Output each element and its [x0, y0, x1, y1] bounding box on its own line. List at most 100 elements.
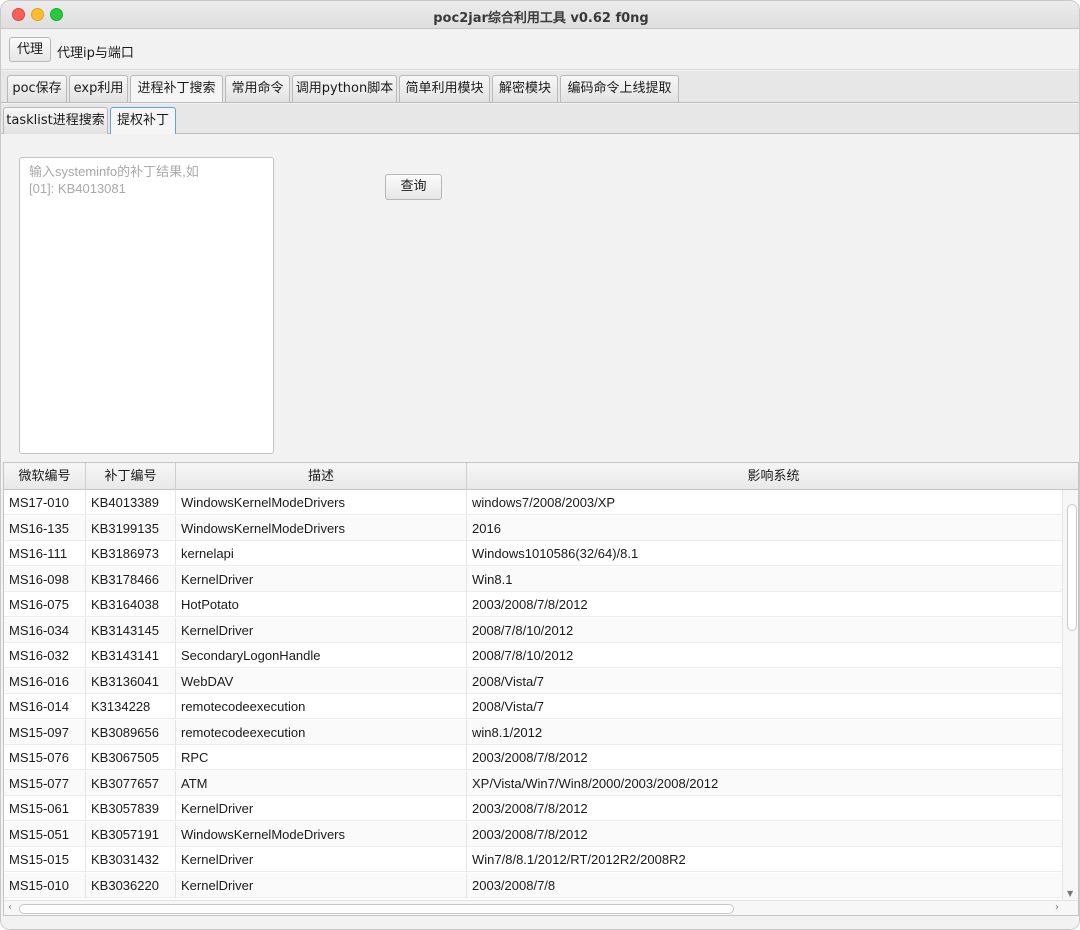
proxy-button[interactable]: 代理	[9, 37, 51, 62]
cell-affected-systems: 2003/2008/7/8/2012	[472, 597, 588, 612]
query-button[interactable]: 查询	[385, 174, 442, 200]
table-row[interactable]: MS15-061 KB3057839 KernelDriver 2003/2008/7…	[4, 796, 1062, 821]
cell-kb-id: KB3057839	[86, 796, 176, 821]
table-row[interactable]: MS16-016 KB3136041 WebDAV 2008/Vista/7	[4, 668, 1062, 694]
tab-poc-save[interactable]: poc保存	[7, 75, 67, 102]
table-row[interactable]: MS16-135 KB3199135 WindowsKernelModeDriver…	[4, 515, 1062, 541]
table-row[interactable]: MS17-010 KB4013389 WindowsKernelModeDriver…	[4, 490, 1062, 515]
cell-kb-id: KB3186973	[86, 541, 176, 566]
table-row[interactable]: MS16-014 K3134228 remotecodeexecution 2008/…	[4, 694, 1062, 719]
column-header-ms-id[interactable]: 微软编号	[4, 463, 86, 490]
table-row[interactable]: MS15-051 KB3057191 WindowsKernelModeDriver…	[4, 821, 1062, 847]
tab-simple-exploit-module[interactable]: 简单利用模块	[399, 75, 490, 102]
cell-affected-systems: 2008/Vista/7	[472, 699, 545, 714]
cell-ms-id: MS15-076	[4, 745, 86, 770]
table-row[interactable]: MS16-034 KB3143145 KernelDriver 2008/7/8/10…	[4, 617, 1062, 643]
cell-kb-id: KB3143145	[86, 617, 176, 643]
cell-kb-id: KB3077657	[86, 770, 176, 796]
cell-kb-id: KB3036220	[86, 872, 176, 898]
cell-ms-id: MS16-135	[4, 515, 86, 541]
horizontal-scrollbar[interactable]: ‹ ›	[4, 900, 1078, 915]
cell-ms-id: MS15-010	[4, 872, 86, 898]
cell-ms-id: MS15-077	[4, 770, 86, 796]
scroll-left-arrow-icon[interactable]: ‹	[8, 902, 12, 913]
main-tab-bar: poc保存 exp利用 进程补丁搜索 常用命令 调用python脚本 简单利用模…	[1, 71, 1079, 103]
table-row[interactable]: MS15-015 KB3031432 KernelDriver Win7/8/8.1/…	[4, 847, 1062, 872]
cell-description: KernelDriver	[176, 796, 467, 821]
cell-kb-id: KB4013389	[86, 490, 176, 515]
tab-encode-command[interactable]: 编码命令上线提取	[560, 75, 679, 102]
cell-affected-systems: Win7/8/8.1/2012/RT/2012R2/2008R2	[472, 852, 686, 867]
scroll-right-arrow-icon[interactable]: ›	[1055, 902, 1059, 913]
cell-kb-id: KB3199135	[86, 515, 176, 541]
table-row[interactable]: MS16-098 KB3178466 KernelDriver Win8.1	[4, 566, 1062, 592]
cell-description: KernelDriver	[176, 617, 467, 643]
subtab-privilege-patch[interactable]: 提权补丁	[110, 107, 176, 134]
horizontal-scroll-thumb[interactable]	[19, 904, 734, 914]
cell-ms-id: MS16-098	[4, 566, 86, 592]
sub-tab-bar: tasklist进程搜索 提权补丁	[1, 104, 1079, 134]
cell-kb-id: KB3143141	[86, 643, 176, 668]
cell-kb-id: K3134228	[86, 694, 176, 719]
patch-input-textarea[interactable]: 输入systeminfo的补丁结果,如 [01]: KB4013081	[19, 157, 274, 454]
column-header-description[interactable]: 描述	[176, 463, 467, 490]
cell-ms-id: MS16-075	[4, 592, 86, 617]
table-row[interactable]: MS15-010 KB3036220 KernelDriver 2003/2008/7…	[4, 872, 1062, 898]
tab-exp-exploit[interactable]: exp利用	[69, 75, 128, 102]
table-row[interactable]: MS15-097 KB3089656 remotecodeexecution win8…	[4, 719, 1062, 745]
app-window: poc2jar综合利用工具 v0.62 f0ng 代理 代理ip与端口 poc保…	[0, 0, 1080, 930]
table-body: MS17-010 KB4013389 WindowsKernelModeDriver…	[4, 490, 1062, 900]
vertical-scroll-thumb[interactable]	[1067, 504, 1077, 631]
table-row[interactable]: MS16-111 KB3186973 kernelapi Windows1010586…	[4, 541, 1062, 566]
cell-ms-id: MS15-061	[4, 796, 86, 821]
tab-process-patch-search[interactable]: 进程补丁搜索	[130, 75, 223, 102]
cell-affected-systems: win8.1/2012	[472, 724, 543, 740]
table-row[interactable]: MS16-032 KB3143141 SecondaryLogonHandle 200…	[4, 643, 1062, 668]
cell-description: kernelapi	[176, 541, 467, 566]
cell-affected-systems: Win8.1	[472, 571, 513, 587]
cell-description: WindowsKernelModeDrivers	[176, 821, 467, 847]
cell-ms-id: MS15-097	[4, 719, 86, 745]
proxy-label: 代理ip与端口	[57, 46, 134, 61]
cell-ms-id: MS16-014	[4, 694, 86, 719]
cell-description: WindowsKernelModeDrivers	[176, 490, 467, 515]
column-header-affected-systems[interactable]: 影响系统	[467, 463, 1078, 490]
cell-ms-id: MS15-015	[4, 847, 86, 872]
vertical-scrollbar[interactable]: ▼	[1062, 490, 1078, 900]
cell-description: remotecodeexecution	[176, 694, 467, 719]
window-title: poc2jar综合利用工具 v0.62 f0ng	[433, 11, 649, 26]
cell-affected-systems: 2008/7/8/10/2012	[472, 648, 574, 663]
cell-affected-systems: 2008/Vista/7	[472, 673, 545, 689]
cell-kb-id: KB3031432	[86, 847, 176, 872]
cell-affected-systems: 2003/2008/7/8/2012	[472, 801, 588, 816]
cell-ms-id: MS16-016	[4, 668, 86, 694]
tab-python-script[interactable]: 调用python脚本	[292, 75, 397, 102]
scroll-down-arrow-icon[interactable]: ▼	[1067, 889, 1073, 898]
table-row[interactable]: MS16-075 KB3164038 HotPotato 2003/2008/7/8/…	[4, 592, 1062, 617]
cell-kb-id: KB3089656	[86, 719, 176, 745]
cell-description: WindowsKernelModeDrivers	[176, 515, 467, 541]
tab-common-commands[interactable]: 常用命令	[225, 75, 290, 102]
tab-decrypt-module[interactable]: 解密模块	[492, 75, 558, 102]
cell-description: ATM	[176, 770, 467, 796]
cell-ms-id: MS15-051	[4, 821, 86, 847]
cell-affected-systems: 2016	[472, 520, 501, 536]
cell-kb-id: KB3178466	[86, 566, 176, 592]
cell-ms-id: MS16-111	[4, 541, 86, 566]
cell-description: RPC	[176, 745, 467, 770]
table-row[interactable]: MS15-077 KB3077657 ATM XP/Vista/Win7/Win8/2…	[4, 770, 1062, 796]
patch-panel: 输入systeminfo的补丁结果,如 [01]: KB4013081 查询 微…	[1, 135, 1079, 929]
cell-description: WebDAV	[176, 668, 467, 694]
cell-description: KernelDriver	[176, 872, 467, 898]
cell-kb-id: KB3067505	[86, 745, 176, 770]
patch-table: 微软编号 补丁编号 描述 影响系统 MS17-010 KB4013389 Windo…	[3, 462, 1079, 916]
subtab-tasklist-search[interactable]: tasklist进程搜索	[3, 107, 108, 134]
cell-ms-id: MS16-032	[4, 643, 86, 668]
column-header-kb-id[interactable]: 补丁编号	[86, 463, 176, 490]
table-row[interactable]: MS15-076 KB3067505 RPC 2003/2008/7/8/2012	[4, 745, 1062, 770]
cell-description: remotecodeexecution	[176, 719, 467, 745]
cell-affected-systems: 2003/2008/7/8	[472, 877, 556, 893]
cell-ms-id: MS16-034	[4, 617, 86, 643]
cell-description: HotPotato	[176, 592, 467, 617]
title-bar: poc2jar综合利用工具 v0.62 f0ng	[1, 1, 1079, 29]
